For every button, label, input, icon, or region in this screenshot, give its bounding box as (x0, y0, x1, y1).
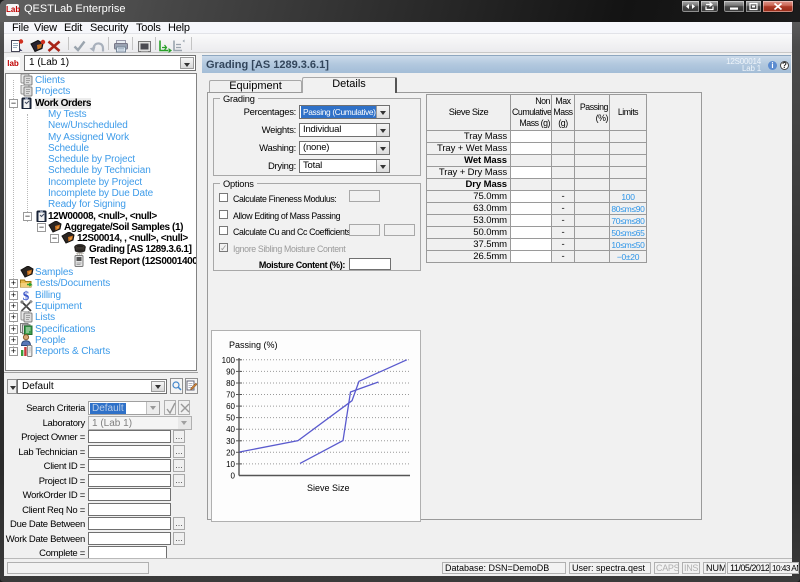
svg-text:30: 30 (226, 437, 235, 446)
svg-text:10: 10 (226, 460, 235, 469)
svg-text:40: 40 (226, 425, 235, 434)
svg-text:60: 60 (226, 402, 235, 411)
svg-text:80: 80 (226, 379, 235, 388)
svg-text:Sieve Size: Sieve Size (307, 483, 350, 493)
svg-text:0: 0 (231, 472, 236, 481)
svg-text:70: 70 (226, 391, 235, 400)
svg-text:Passing (%): Passing (%) (229, 340, 278, 350)
svg-text:20: 20 (226, 448, 235, 457)
svg-text:50: 50 (226, 414, 235, 423)
svg-text:90: 90 (226, 367, 235, 376)
svg-text:100: 100 (222, 356, 236, 365)
